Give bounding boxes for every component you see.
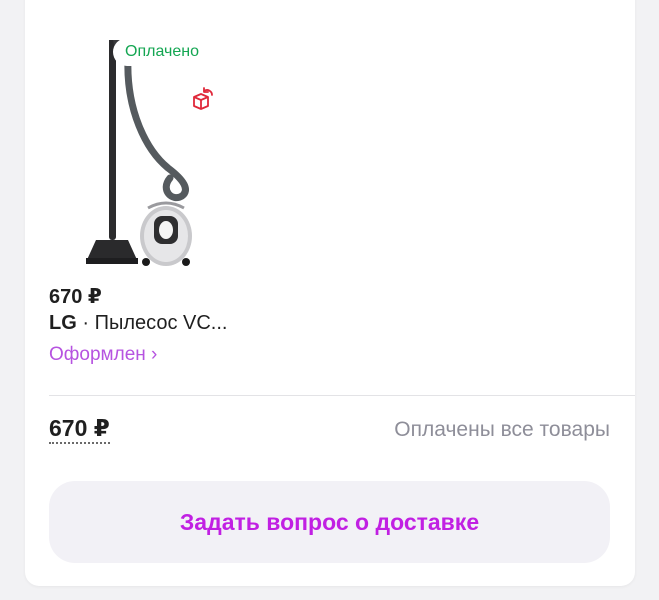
item-status-link[interactable]: Оформлен › [49, 344, 157, 366]
divider [49, 395, 635, 396]
item-price: 670 ₽ [49, 286, 102, 308]
item-name: Пылесос VC... [94, 312, 228, 334]
vacuum-cleaner-image[interactable] [56, 40, 196, 268]
ask-delivery-button[interactable]: Задать вопрос о доставке [49, 481, 610, 563]
item-separator: · [76, 312, 95, 334]
paid-badge: Оплачено [113, 38, 211, 66]
item-brand: LG [49, 312, 77, 334]
box-return-icon [193, 87, 213, 110]
item-title[interactable]: LG · Пылесос VC... [49, 312, 227, 335]
total-price[interactable]: 670 ₽ [49, 415, 110, 444]
total-status: Оплачены все товары [394, 418, 610, 441]
